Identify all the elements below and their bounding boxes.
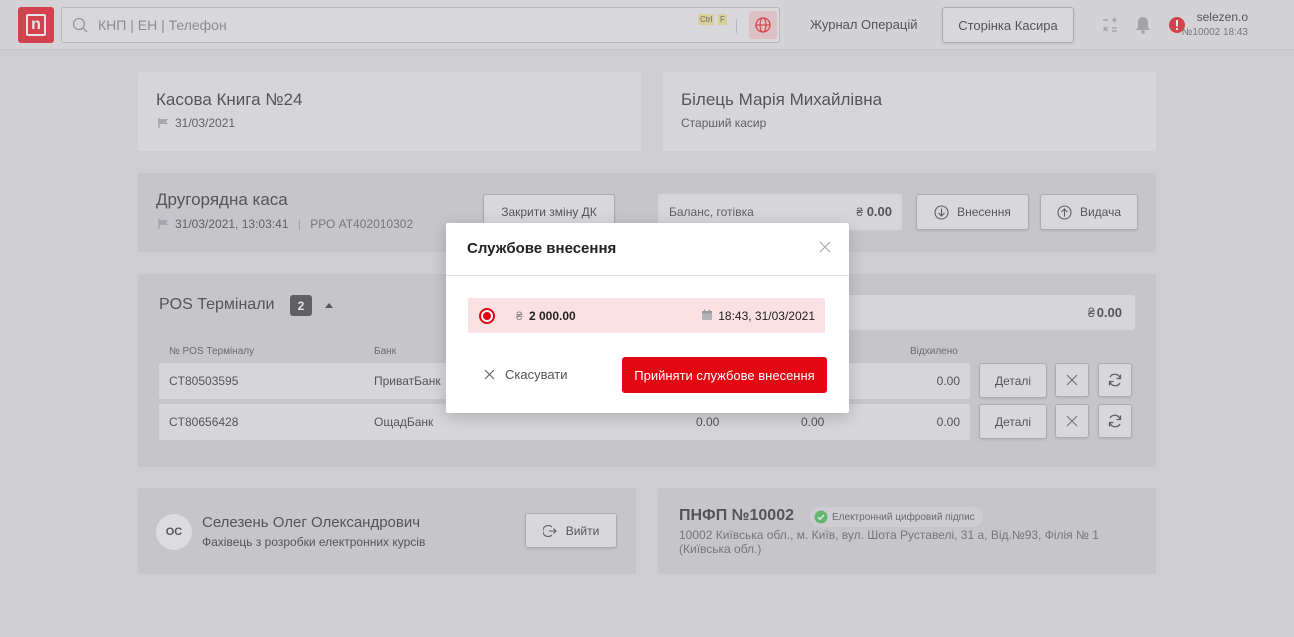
deposit-radio[interactable] xyxy=(479,308,495,324)
amount-currency: ₴ xyxy=(516,309,523,323)
close-icon xyxy=(484,369,495,380)
service-deposit-modal: Службове внесення ₴ 2 000.00 18:43, 31/0… xyxy=(446,223,849,413)
accept-deposit-button[interactable]: Прийняти службове внесення xyxy=(622,357,827,393)
cancel-label: Скасувати xyxy=(505,367,568,382)
modal-title: Службове внесення xyxy=(467,240,617,257)
modal-divider xyxy=(446,275,849,276)
calendar-icon xyxy=(702,309,712,320)
deposit-datetime: 18:43, 31/03/2021 xyxy=(718,309,815,323)
deposit-amount: 2 000.00 xyxy=(529,309,576,323)
deposit-option-row[interactable]: ₴ 2 000.00 18:43, 31/03/2021 xyxy=(468,298,825,333)
close-icon[interactable] xyxy=(819,241,831,253)
cancel-button[interactable]: Скасувати xyxy=(484,367,568,382)
